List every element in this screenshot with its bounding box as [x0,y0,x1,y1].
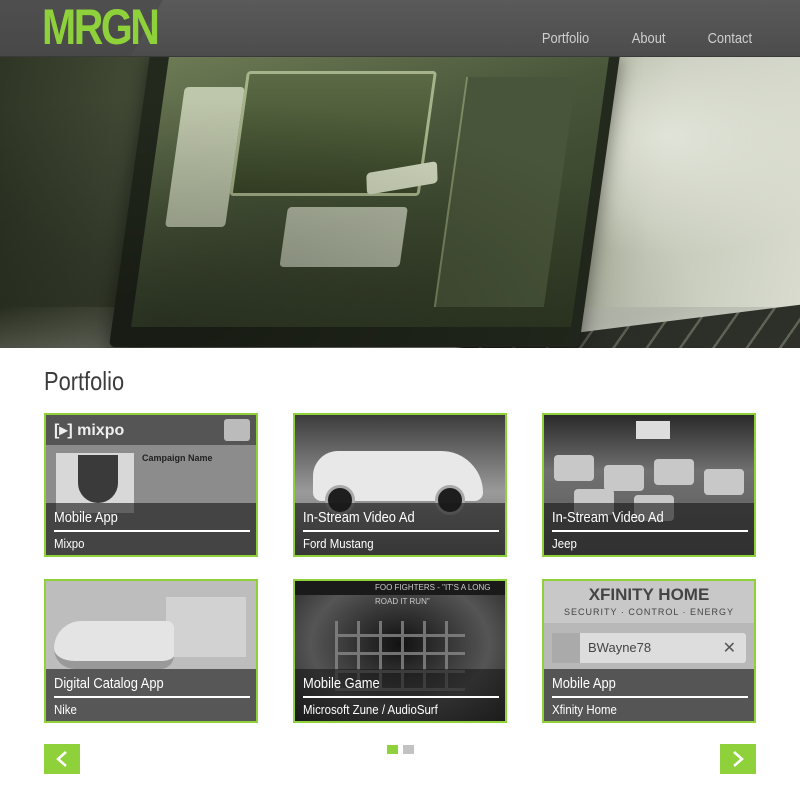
portfolio-card-mixpo[interactable]: [▸] mixpo Campaign Name Mobile App Mixpo [44,413,258,557]
pagination-dot-2[interactable] [403,745,414,754]
next-button[interactable] [720,744,756,774]
card-caption: Mobile App Mixpo [46,503,256,555]
portfolio-grid: [▸] mixpo Campaign Name Mobile App Mixpo… [44,413,756,723]
card-client: Xfinity Home [552,702,617,717]
thumb-top-bar: FOO FIGHTERS - "IT'S A LONG ROAD IT RUN" [295,581,505,606]
thumb-jeep [554,455,594,481]
card-title: Mobile App [54,509,118,526]
portfolio-card-nike[interactable]: Digital Catalog App Nike [44,579,258,723]
portfolio-card-jeep[interactable]: In-Stream Video Ad Jeep [542,413,756,557]
nav-link-contact[interactable]: Contact [708,30,752,47]
card-title: Digital Catalog App [54,675,164,692]
card-caption: In-Stream Video Ad Jeep [544,503,754,555]
close-icon: ✕ [722,640,736,657]
thumb-badge [636,421,670,439]
carousel-pagination [387,745,414,754]
thumb-jeep [704,469,744,495]
card-divider [303,530,499,532]
portfolio-card-audiosurf[interactable]: FOO FIGHTERS - "IT'S A LONG ROAD IT RUN"… [293,579,507,723]
search-icon [224,419,250,441]
card-title: Mobile Game [303,675,380,692]
card-caption: Mobile App Xfinity Home [544,669,754,721]
card-caption: Mobile Game Microsoft Zune / AudioSurf [295,669,505,721]
card-divider [552,530,748,532]
user-icon [552,633,580,663]
chevron-left-icon [56,751,67,767]
site-logo[interactable]: MRGN [42,2,160,52]
chevron-right-icon [733,751,744,767]
nav-link-about[interactable]: About [632,30,666,47]
prev-button[interactable] [44,744,80,774]
thumb-header: XFINITY HOME SECURITY · CONTROL · ENERGY [544,581,754,623]
hero-shade [0,57,800,348]
card-caption: Digital Catalog App Nike [46,669,256,721]
pagination-dot-1[interactable] [387,745,398,754]
card-client: Microsoft Zune / AudioSurf [303,702,438,717]
thumb-brand: [▸] mixpo [54,422,125,439]
card-title: In-Stream Video Ad [552,509,664,526]
thumb-heading: XFINITY HOME [588,585,710,604]
nav-link-portfolio[interactable]: Portfolio [542,30,589,47]
main-nav: Portfolio About Contact [538,30,756,47]
card-divider [54,530,250,532]
thumb-shoe [54,621,174,669]
card-divider [552,696,748,698]
card-client: Mixpo [54,536,85,551]
card-divider [54,696,250,698]
portfolio-card-ford-mustang[interactable]: In-Stream Video Ad Ford Mustang [293,413,507,557]
thumb-jeep [654,459,694,485]
thumb-jeep [604,465,644,491]
section-title: Portfolio [44,366,125,396]
thumb-username: BWayne78 [588,640,652,655]
thumb-subheading: SECURITY · CONTROL · ENERGY [563,607,734,617]
thumb-detail-panel [166,597,246,657]
shield-icon [78,455,118,503]
thumb-text: Campaign Name [142,453,213,463]
card-caption: In-Stream Video Ad Ford Mustang [295,503,505,555]
thumb-username-field: BWayne78 ✕ [552,633,746,663]
card-client: Nike [54,702,77,717]
card-divider [303,696,499,698]
card-title: Mobile App [552,675,616,692]
card-client: Ford Mustang [303,536,374,551]
portfolio-card-xfinity[interactable]: XFINITY HOME SECURITY · CONTROL · ENERGY… [542,579,756,723]
site-header: MRGN Portfolio About Contact [0,0,800,57]
card-client: Jeep [552,536,577,551]
hero-image [0,57,800,348]
card-title: In-Stream Video Ad [303,509,415,526]
